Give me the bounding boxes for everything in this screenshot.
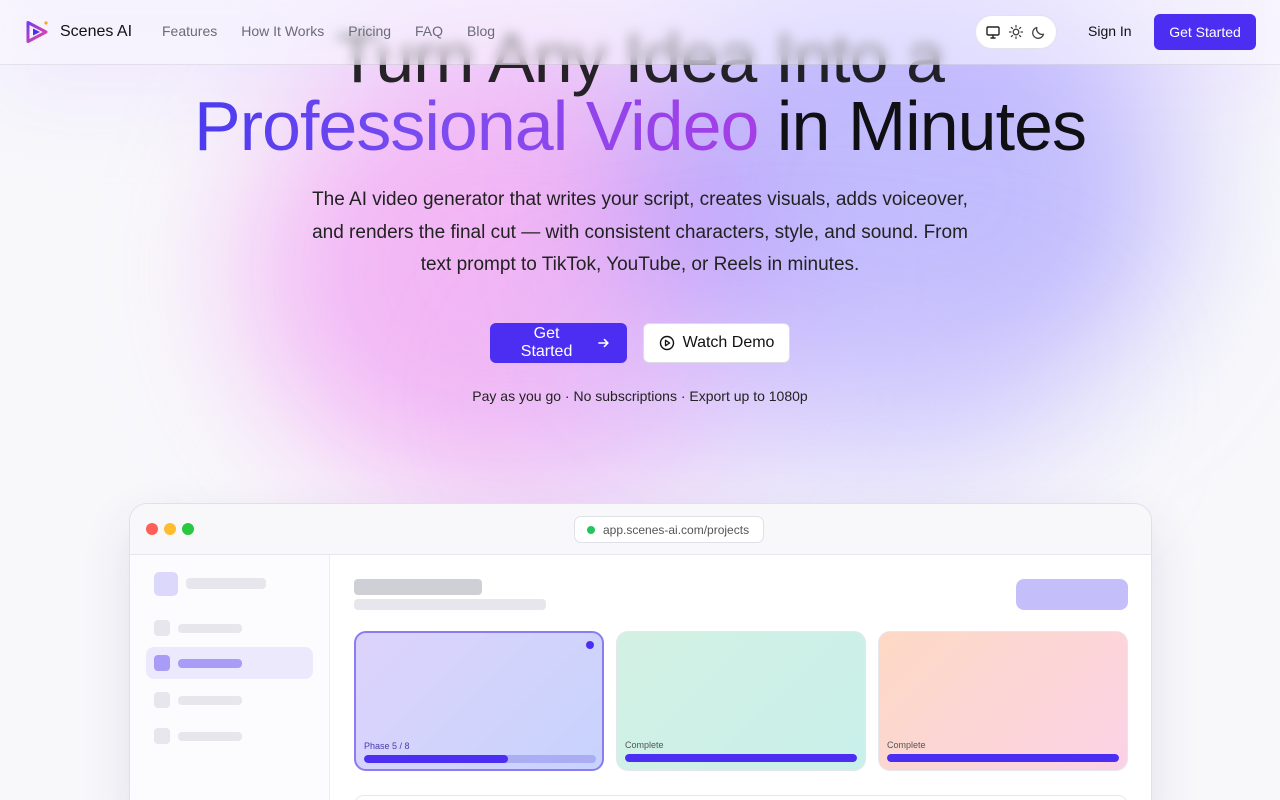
project-card-status: Phase 5 / 8 (364, 741, 410, 751)
active-indicator-dot (586, 641, 594, 649)
project-card[interactable]: Phase 5 / 8 (354, 631, 604, 771)
sidebar-icon-placeholder (154, 655, 170, 671)
nav-link-blog[interactable]: Blog (467, 23, 495, 39)
window-maximize-dot (182, 523, 194, 535)
play-circle-icon (659, 335, 674, 351)
project-progress-track (625, 754, 857, 762)
sidebar-item-placeholder (178, 659, 242, 668)
secure-status-dot (587, 525, 595, 534)
top-nav: Scenes AI Features How It Works Pricing … (0, 0, 1280, 65)
project-progress-fill (625, 754, 857, 762)
url-bar: app.scenes-ai.com/projects (574, 516, 764, 543)
page-subtitle-placeholder (354, 599, 546, 610)
nav-get-started-button[interactable]: Get Started (1154, 14, 1256, 50)
window-close-dot (146, 523, 158, 535)
project-progress-fill (887, 754, 1119, 762)
monitor-icon[interactable] (982, 21, 1004, 43)
nav-link-faq[interactable]: FAQ (415, 23, 443, 39)
watch-demo-label: Watch Demo (682, 334, 775, 351)
project-progress-track (364, 755, 596, 763)
brand-logo[interactable]: Scenes AI (24, 19, 132, 45)
arrow-right-icon (598, 338, 609, 348)
new-project-button-placeholder (1016, 579, 1128, 610)
hero-tagline: Pay as you go · No subscriptions · Expor… (472, 388, 808, 404)
project-card[interactable]: Complete (878, 631, 1128, 771)
nav-link-features[interactable]: Features (162, 23, 217, 39)
brand-name: Scenes AI (60, 23, 133, 40)
sidebar-item-placeholder (178, 732, 242, 741)
theme-switcher (975, 15, 1057, 49)
page-title-placeholder (354, 579, 482, 595)
hero-get-started-label: Get Started (520, 325, 573, 360)
nav-link-pricing[interactable]: Pricing (348, 23, 391, 39)
hero-get-started-button[interactable]: Get Started (490, 323, 627, 363)
nav-link-how-it-works[interactable]: How It Works (241, 23, 324, 39)
window-minimize-dot (164, 523, 176, 535)
moon-icon[interactable] (1028, 21, 1050, 43)
window-title-bar: app.scenes-ai.com/projects (130, 504, 1151, 555)
preview-main: Phase 5 / 8 Complete Complete (330, 555, 1151, 800)
hero-cta-row: Get Started Watch Demo (490, 323, 790, 363)
sidebar-icon-placeholder (154, 692, 170, 708)
app-preview-window: app.scenes-ai.com/projects Phase 5 / 8 C… (129, 503, 1152, 800)
project-progress-fill (364, 755, 508, 763)
hero-headline-rest: in Minutes (758, 87, 1087, 165)
url-text: app.scenes-ai.com/projects (603, 522, 750, 537)
sidebar-icon-placeholder (154, 620, 170, 636)
sidebar-icon-placeholder (154, 728, 170, 744)
project-card-status: Complete (887, 740, 926, 750)
nav-links: Features How It Works Pricing FAQ Blog (162, 23, 495, 39)
sidebar-title-placeholder (186, 578, 266, 589)
sidebar-item-placeholder (178, 696, 242, 705)
preview-sidebar (130, 555, 330, 800)
logo-play-icon (26, 21, 48, 43)
hero-subtitle: The AI video generator that writes your … (312, 189, 968, 275)
hero-headline-gradient: Professional Video (194, 87, 759, 165)
sun-icon[interactable] (1005, 21, 1027, 43)
list-row-placeholder (354, 795, 1128, 800)
watch-demo-button[interactable]: Watch Demo (643, 323, 790, 363)
project-card-status: Complete (625, 740, 664, 750)
sign-in-link[interactable]: Sign In (1088, 23, 1132, 39)
project-progress-track (887, 754, 1119, 762)
sidebar-avatar-placeholder (154, 572, 178, 596)
project-card[interactable]: Complete (616, 631, 866, 771)
sidebar-item-placeholder (178, 624, 242, 633)
hero-headline-line2: Professional Video in Minutes (0, 86, 1280, 166)
